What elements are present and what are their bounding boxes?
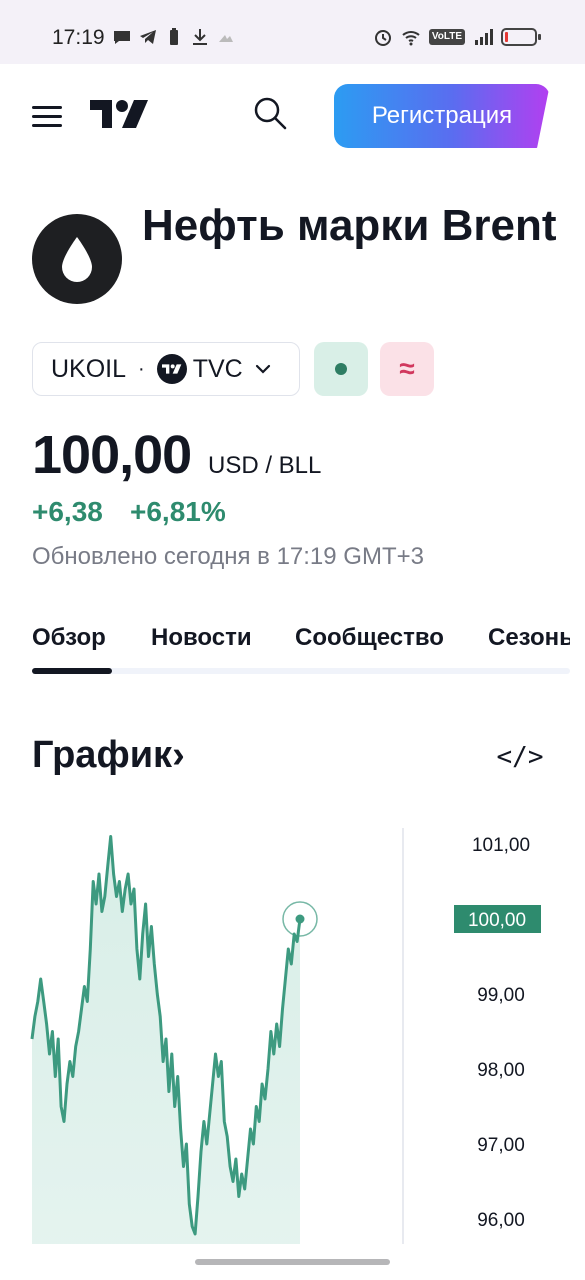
exchange-logo-icon: [156, 354, 187, 384]
telegram-icon: [140, 30, 156, 44]
symbol-logo: [32, 214, 122, 304]
oil-drop-icon: [62, 237, 92, 282]
register-button[interactable]: Регистрация: [334, 84, 550, 148]
market-status-chip[interactable]: [314, 342, 368, 396]
delayed-data-chip[interactable]: ≈: [380, 342, 434, 396]
cloud-icon: [219, 35, 233, 42]
tradingview-logo[interactable]: [90, 98, 150, 130]
system-icons: VoLTE: [373, 27, 541, 47]
alarm-icon: [374, 30, 391, 46]
y-tick-label: 99,00: [477, 985, 525, 1006]
section-tabs: Обзор Новости Сообщество Сезоны: [32, 624, 570, 674]
embed-code-icon[interactable]: </>: [497, 740, 544, 774]
price-chart[interactable]: 101,00 99,00 98,00 97,00 96,00 100,00: [0, 800, 585, 1260]
tab-community[interactable]: Сообщество: [295, 624, 444, 652]
hamburger-menu-icon[interactable]: [32, 106, 62, 128]
exchange-label: TVC: [192, 354, 243, 383]
message-icon: [114, 31, 130, 44]
tab-news[interactable]: Новости: [151, 624, 252, 652]
app-header: Регистрация: [0, 64, 585, 164]
search-icon[interactable]: [252, 95, 288, 131]
chart-section-title[interactable]: График›: [32, 734, 185, 777]
current-price-label: 100,00: [468, 910, 526, 931]
price-currency: USD / BLL: [208, 452, 322, 479]
y-tick-label: 101,00: [472, 835, 530, 856]
tab-seasonals[interactable]: Сезоны: [488, 624, 570, 652]
wifi-icon: [402, 31, 420, 46]
chart-title-text: График: [32, 734, 173, 776]
status-time: 17:19: [52, 26, 105, 49]
last-price: 100,00: [32, 425, 192, 485]
tabs-scroll-track: [32, 668, 570, 674]
battery-level: [505, 32, 508, 42]
price-change-percent: +6,81%: [130, 496, 226, 527]
delay-icon: ≈: [399, 353, 415, 384]
price-change-absolute: +6,38: [32, 496, 103, 527]
last-updated-text: Обновлено сегодня в 17:19 GMT+3: [32, 543, 424, 570]
ticker-separator: ·: [138, 357, 145, 380]
volte-badge: VoLTE: [428, 29, 465, 45]
download-icon: [193, 29, 207, 45]
ticker-exchange-select[interactable]: UKOIL · TVC: [32, 342, 300, 396]
status-bar: 17:19 VoLTE: [0, 0, 585, 64]
home-indicator[interactable]: [195, 1259, 390, 1265]
last-point-marker: [295, 914, 305, 924]
battery-icon: [501, 28, 541, 46]
battery-saver-icon: [170, 28, 178, 45]
page-title: Нефть марки Brent: [142, 201, 557, 250]
chevron-right-icon: ›: [172, 734, 185, 776]
y-tick-label: 96,00: [477, 1210, 525, 1231]
chevron-down-icon: [255, 364, 270, 374]
y-tick-label: 98,00: [477, 1060, 525, 1081]
signal-icon: [475, 29, 493, 45]
active-tab-indicator: [32, 668, 112, 674]
ticker-label: UKOIL: [51, 354, 127, 383]
notification-icons: [112, 27, 236, 47]
tab-overview[interactable]: Обзор: [32, 624, 106, 652]
y-tick-label: 97,00: [477, 1135, 525, 1156]
market-open-dot: [335, 363, 347, 375]
